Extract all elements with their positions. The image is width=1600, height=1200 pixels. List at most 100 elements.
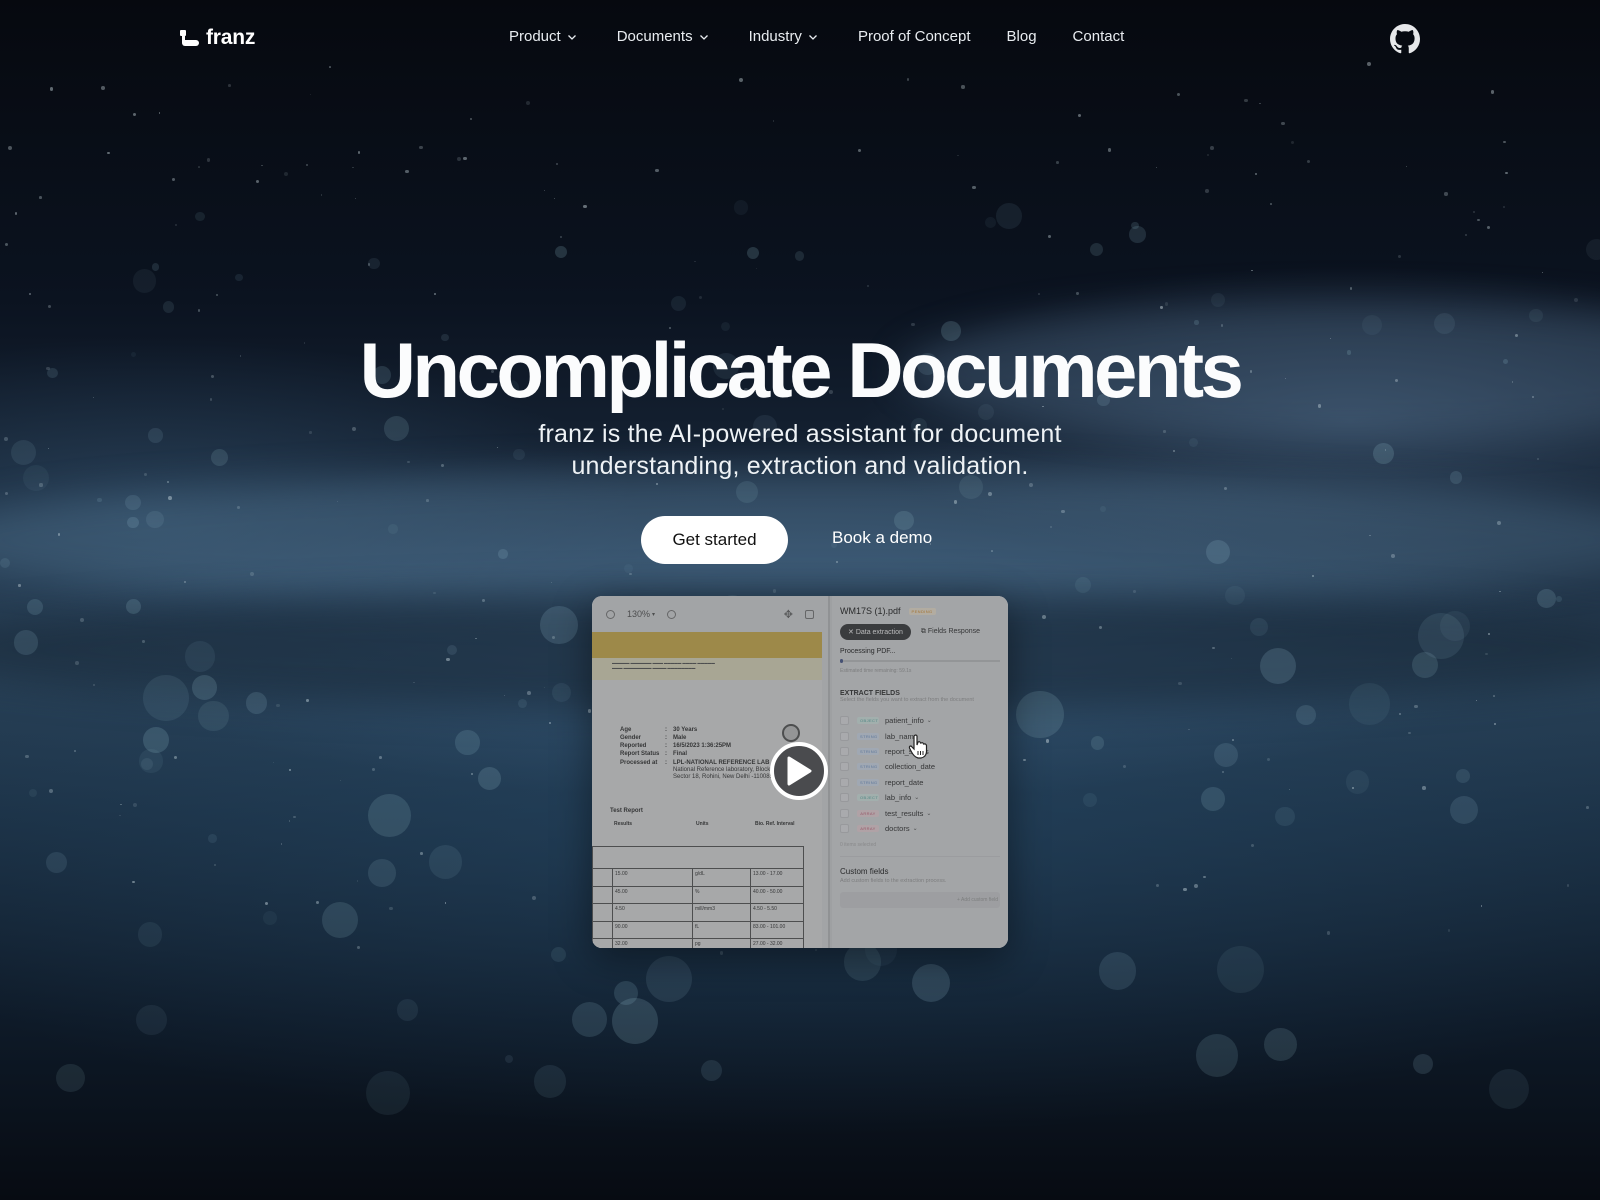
bokeh-dot xyxy=(671,296,686,312)
add-custom-field-button[interactable]: + Add custom field xyxy=(840,892,1000,909)
sparkle-dot xyxy=(14,212,18,215)
bokeh-dot xyxy=(1259,647,1296,684)
chevron-down-icon[interactable]: ⌄ xyxy=(913,825,918,832)
sparkle-dot xyxy=(587,709,592,714)
sparkle-dot xyxy=(1188,728,1190,730)
nav-item-label: Proof of Concept xyxy=(857,28,971,45)
field-checkbox[interactable] xyxy=(840,716,849,726)
get-started-button[interactable]: Get started xyxy=(641,516,788,564)
field-item[interactable]: ARRAY doctors ⌄ xyxy=(840,821,1000,836)
field-item[interactable]: STRING lab_name xyxy=(840,728,1000,743)
sparkle-dot xyxy=(4,491,8,495)
field-checkbox[interactable] xyxy=(840,823,849,833)
result-cell: 90.00 xyxy=(612,920,693,939)
field-checkbox[interactable] xyxy=(840,762,849,772)
field-item[interactable]: STRING report_status xyxy=(840,744,1000,759)
sparkle-dot xyxy=(1254,172,1258,176)
field-item[interactable]: OBJECT patient_info ⌄ xyxy=(840,713,1000,728)
field-item[interactable]: OBJECT lab_info ⌄ xyxy=(840,790,1000,805)
field-checkbox[interactable] xyxy=(840,793,849,803)
nav-item-contact[interactable]: Contact xyxy=(1073,28,1125,45)
field-checkbox[interactable] xyxy=(840,731,849,741)
nav-item-proof-of-concept[interactable]: Proof of Concept xyxy=(858,28,971,45)
sparkle-dot xyxy=(1047,234,1051,238)
sparkle-dot xyxy=(1502,140,1506,144)
book-demo-link[interactable]: Book a demo xyxy=(832,528,932,548)
sparkle-dot xyxy=(339,779,341,782)
bokeh-dot xyxy=(1264,1028,1298,1061)
nav-item-product[interactable]: Product xyxy=(509,28,577,45)
field-name: doctors xyxy=(885,823,910,833)
sparkle-dot xyxy=(119,815,121,817)
sparkle-dot xyxy=(48,789,53,794)
sparkle-dot xyxy=(1183,887,1187,892)
play-button[interactable] xyxy=(770,742,828,800)
nav-menu: Product Documents Industry Proof of Conc… xyxy=(509,28,1124,45)
field-item[interactable]: STRING collection_date xyxy=(840,759,1000,774)
tab-data-extraction[interactable]: ✕ Data extraction xyxy=(840,624,911,640)
field-checkbox[interactable] xyxy=(840,777,849,787)
nav-item-blog[interactable]: Blog xyxy=(1007,28,1037,45)
sparkle-dot xyxy=(755,267,758,270)
field-checkbox[interactable] xyxy=(840,808,849,818)
sparkle-dot xyxy=(1078,113,1082,117)
sparkle-dot xyxy=(264,901,269,906)
brand-logo[interactable]: franz xyxy=(180,26,255,50)
sparkle-dot xyxy=(1398,255,1402,259)
franz-logo-icon xyxy=(180,29,200,47)
chevron-down-icon[interactable]: ⌄ xyxy=(914,794,919,801)
hero-subtitle-line-1: franz is the AI-powered assistant for do… xyxy=(538,420,1062,448)
sparkle-dot xyxy=(75,660,80,665)
nav-item-label: Industry xyxy=(748,28,802,45)
sparkle-dot xyxy=(419,146,423,150)
sparkle-dot xyxy=(961,85,965,89)
bokeh-dot xyxy=(794,251,805,261)
sparkle-dot xyxy=(310,93,312,95)
chevron-down-icon[interactable]: ⌄ xyxy=(927,717,932,724)
sparkle-dot xyxy=(1541,271,1544,274)
sparkle-dot xyxy=(284,171,289,176)
bokeh-dot xyxy=(263,911,277,925)
chevron-down-icon[interactable]: ⌄ xyxy=(926,810,931,817)
field-name: report_status xyxy=(885,746,929,756)
tab-fields-response[interactable]: ⧉ Fields Response xyxy=(921,628,980,636)
sparkle-dot xyxy=(1352,787,1354,789)
sparkle-dot xyxy=(280,843,283,845)
bokeh-dot xyxy=(1440,610,1471,641)
sparkle-dot xyxy=(527,690,531,695)
unit-cell: pg xyxy=(692,938,751,948)
sparkle-dot xyxy=(1061,509,1065,514)
bokeh-dot xyxy=(517,699,527,709)
sparkle-dot xyxy=(772,119,775,122)
bokeh-dot xyxy=(733,200,749,215)
bokeh-dot xyxy=(367,794,411,838)
bokeh-dot xyxy=(1225,585,1245,606)
field-item[interactable]: STRING report_date xyxy=(840,775,1000,790)
sparkle-dot xyxy=(197,309,201,312)
field-name: test_results xyxy=(885,808,924,818)
bokeh-dot xyxy=(125,495,141,511)
github-icon[interactable] xyxy=(1390,24,1420,54)
field-checkbox[interactable] xyxy=(840,746,849,756)
bokeh-dot xyxy=(1201,787,1225,811)
sparkle-dot xyxy=(1444,192,1448,196)
sparkle-dot xyxy=(261,164,263,167)
demo-video-preview[interactable]: 130% ▾ ✥ ▬▬▬▬▬ ▬▬▬▬▬▬ ▬▬▬ ▬▬▬▬▬ ▬▬▬▬ ▬▬▬… xyxy=(592,596,1008,948)
nav-item-label: Blog xyxy=(1006,28,1037,45)
table-row: 90.00 fL 83.00 - 101.00 xyxy=(592,920,804,939)
bokeh-dot xyxy=(533,1065,567,1098)
bokeh-dot xyxy=(447,644,458,655)
sparkle-dot xyxy=(206,157,211,162)
nav-item-documents[interactable]: Documents xyxy=(617,28,709,45)
bokeh-dot xyxy=(1099,505,1106,513)
range-cell: 40.00 - 50.00 xyxy=(750,885,804,904)
sparkle-dot xyxy=(456,156,461,161)
bokeh-dot xyxy=(1411,652,1438,678)
nav-item-industry[interactable]: Industry xyxy=(749,28,818,45)
bokeh-dot xyxy=(1345,770,1370,795)
bokeh-dot xyxy=(388,524,398,534)
bokeh-dot xyxy=(554,245,567,258)
field-item[interactable]: ARRAY test_results ⌄ xyxy=(840,805,1000,820)
sparkle-dot xyxy=(1306,159,1310,163)
lab-address-strip: ▬▬▬▬▬ ▬▬▬▬▬▬ ▬▬▬ ▬▬▬▬▬ ▬▬▬▬ ▬▬▬▬▬ ▬▬▬ ▬▬▬… xyxy=(592,658,822,680)
